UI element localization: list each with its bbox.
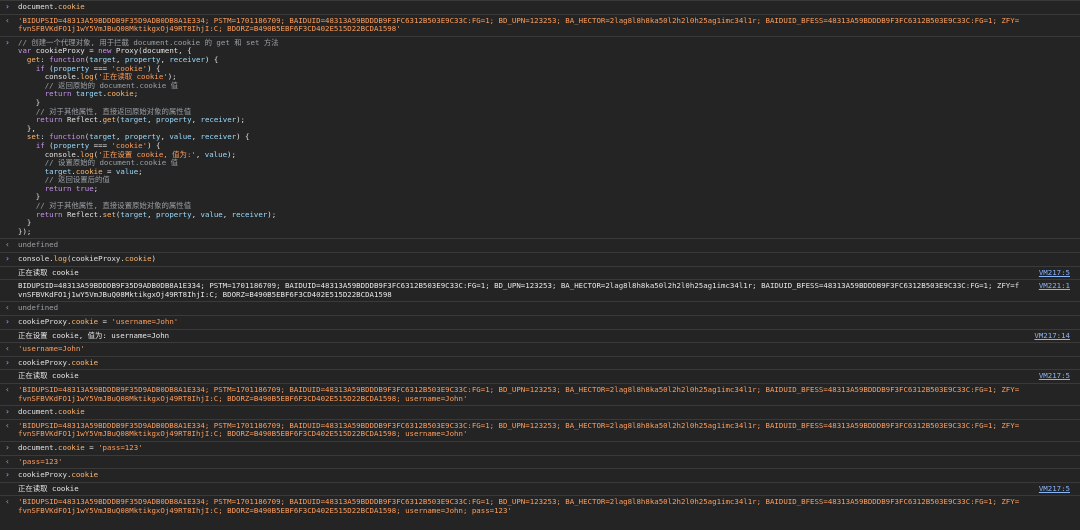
console-input-entry[interactable]: › document.cookie = 'pass=123'	[0, 440, 1080, 455]
chevron-right-icon: ›	[5, 442, 10, 452]
chevron-right-icon: ›	[5, 2, 10, 11]
console-undefined-result[interactable]: ‹ undefined	[0, 238, 1080, 252]
console-input-entry[interactable]: › console.log(cookieProxy.cookie)	[0, 252, 1080, 266]
console-log-message[interactable]: 正在读取 cookie VM217:5	[0, 265, 1080, 280]
devtools-console[interactable]: › document.cookie ‹ 'BIDUPSID=48313A59BDDDB…	[0, 0, 1080, 530]
chevron-left-icon: ‹	[5, 344, 10, 354]
code-line: }	[18, 218, 32, 228]
console-result[interactable]: ‹ 'BIDUPSID=48313A59BDDDB9F35D9ADB0DB8A1E…	[0, 418, 1080, 441]
entry-text: cookieProxy.cookie	[18, 470, 99, 480]
code-line: target.cookie = value;	[44, 166, 143, 176]
entry-text: 'BIDUPSID=48313A59BDDDB9F35D9ADB0DB8A1E3…	[18, 497, 1020, 515]
entry-text: document.cookie	[18, 2, 85, 11]
console-input-entry[interactable]: › // 创建一个代理对象, 用于拦截 document.cookie 的 get…	[0, 35, 1080, 239]
code-line: get: function(target, property, receiver…	[26, 54, 219, 64]
chevron-left-icon: ‹	[5, 240, 10, 250]
source-link[interactable]: VM217:14	[1034, 331, 1070, 341]
chevron-left-icon: ‹	[5, 384, 10, 394]
chevron-left-icon: ‹	[5, 456, 10, 466]
entry-text: 正在设置 cookie, 值为: username=John	[18, 330, 170, 340]
source-link[interactable]: VM217:5	[1039, 484, 1070, 494]
console-input-entry[interactable]: › cookieProxy.cookie	[0, 468, 1080, 482]
entry-text: document.cookie = 'pass=123'	[18, 442, 143, 452]
console-result[interactable]: ‹ 'BIDUPSID=48313A59BDDDB9F35D9ADB0DB8A1E…	[0, 495, 1080, 517]
console-result[interactable]: ‹ 'BIDUPSID=48313A59BDDDB9F35D9ADB0DB8A1E…	[0, 13, 1080, 36]
entry-text: BIDUPSID=48313A59BDDDB9F35D9ADB0DB8A1E33…	[18, 281, 1020, 299]
console-log-message[interactable]: 正在设置 cookie, 值为: username=John VM217:14	[0, 328, 1080, 343]
chevron-right-icon: ›	[5, 357, 10, 367]
entry-text: cookieProxy.cookie = 'username=John'	[18, 317, 179, 326]
chevron-left-icon: ‹	[5, 497, 10, 507]
entry-text: 正在读取 cookie	[18, 483, 79, 493]
entry-text: undefined	[18, 303, 59, 313]
code-line: });	[18, 226, 32, 236]
entry-text: document.cookie	[18, 407, 85, 417]
entry-text: 'BIDUPSID=48313A59BDDDB9F35D9ADB0DB8A1E3…	[18, 420, 1020, 439]
chevron-right-icon: ›	[5, 407, 10, 417]
console-input-entry[interactable]: › cookieProxy.cookie	[0, 355, 1080, 370]
console-log-message[interactable]: 正在读取 cookie VM217:5	[0, 481, 1080, 496]
entry-text: 'pass=123'	[18, 456, 63, 466]
code-line: // 设置原始的 document.cookie 值	[44, 158, 179, 168]
chevron-left-icon: ‹	[5, 420, 10, 430]
console-undefined-result[interactable]: ‹ undefined	[0, 301, 1080, 315]
console-input-entry[interactable]: › document.cookie	[0, 0, 1080, 14]
console-input-entry[interactable]: › cookieProxy.cookie = 'username=John'	[0, 315, 1080, 329]
chevron-right-icon: ›	[5, 317, 10, 326]
chevron-right-icon: ›	[5, 254, 10, 264]
chevron-right-icon: ›	[5, 470, 10, 480]
console-result[interactable]: ‹ 'BIDUPSID=48313A59BDDDB9F35D9ADB0DB8A1E…	[0, 382, 1080, 405]
entry-text: cookieProxy.cookie	[18, 357, 99, 367]
code-line: return Reflect.get(target, property, rec…	[35, 115, 246, 125]
chevron-left-icon: ‹	[5, 303, 10, 313]
chevron-left-icon: ‹	[5, 15, 10, 25]
code-block: // 创建一个代理对象, 用于拦截 document.cookie 的 get …	[18, 38, 1020, 237]
console-result[interactable]: ‹ 'username=John'	[0, 342, 1080, 356]
source-link[interactable]: VM221:1	[1039, 282, 1070, 291]
console-log-message[interactable]: 正在读取 cookie VM217:5	[0, 369, 1080, 383]
code-line: return target.cookie;	[44, 89, 139, 99]
entry-text: undefined	[18, 240, 59, 250]
chevron-right-icon: ›	[5, 37, 10, 47]
entry-text: 正在读取 cookie	[18, 267, 79, 277]
source-link[interactable]: VM217:5	[1039, 372, 1070, 381]
entry-text: 正在读取 cookie	[18, 371, 79, 381]
code-line: set: function(target, property, value, r…	[26, 132, 250, 142]
entry-text: 'username=John'	[18, 344, 85, 354]
code-line: // 返回设置后的值	[44, 175, 110, 185]
source-link[interactable]: VM217:5	[1039, 268, 1070, 278]
code-line: return Reflect.set(target, property, val…	[35, 209, 277, 219]
console-result[interactable]: ‹ 'pass=123'	[0, 454, 1080, 469]
console-input-entry[interactable]: › document.cookie	[0, 405, 1080, 419]
code-line: // 返回原始的 document.cookie 值	[44, 80, 179, 90]
entry-text: 'BIDUPSID=48313A59BDDDB9F35D9ADB0DB8A1E3…	[18, 384, 1020, 403]
code-line: return true;	[44, 183, 99, 193]
entry-text: 'BIDUPSID=48313A59BDDDB9F35D9ADB0DB8A1E3…	[18, 15, 1020, 34]
console-log-message[interactable]: BIDUPSID=48313A59BDDDB9F35D9ADB0DB8A1E33…	[0, 279, 1080, 301]
entry-text: console.log(cookieProxy.cookie)	[18, 254, 156, 264]
